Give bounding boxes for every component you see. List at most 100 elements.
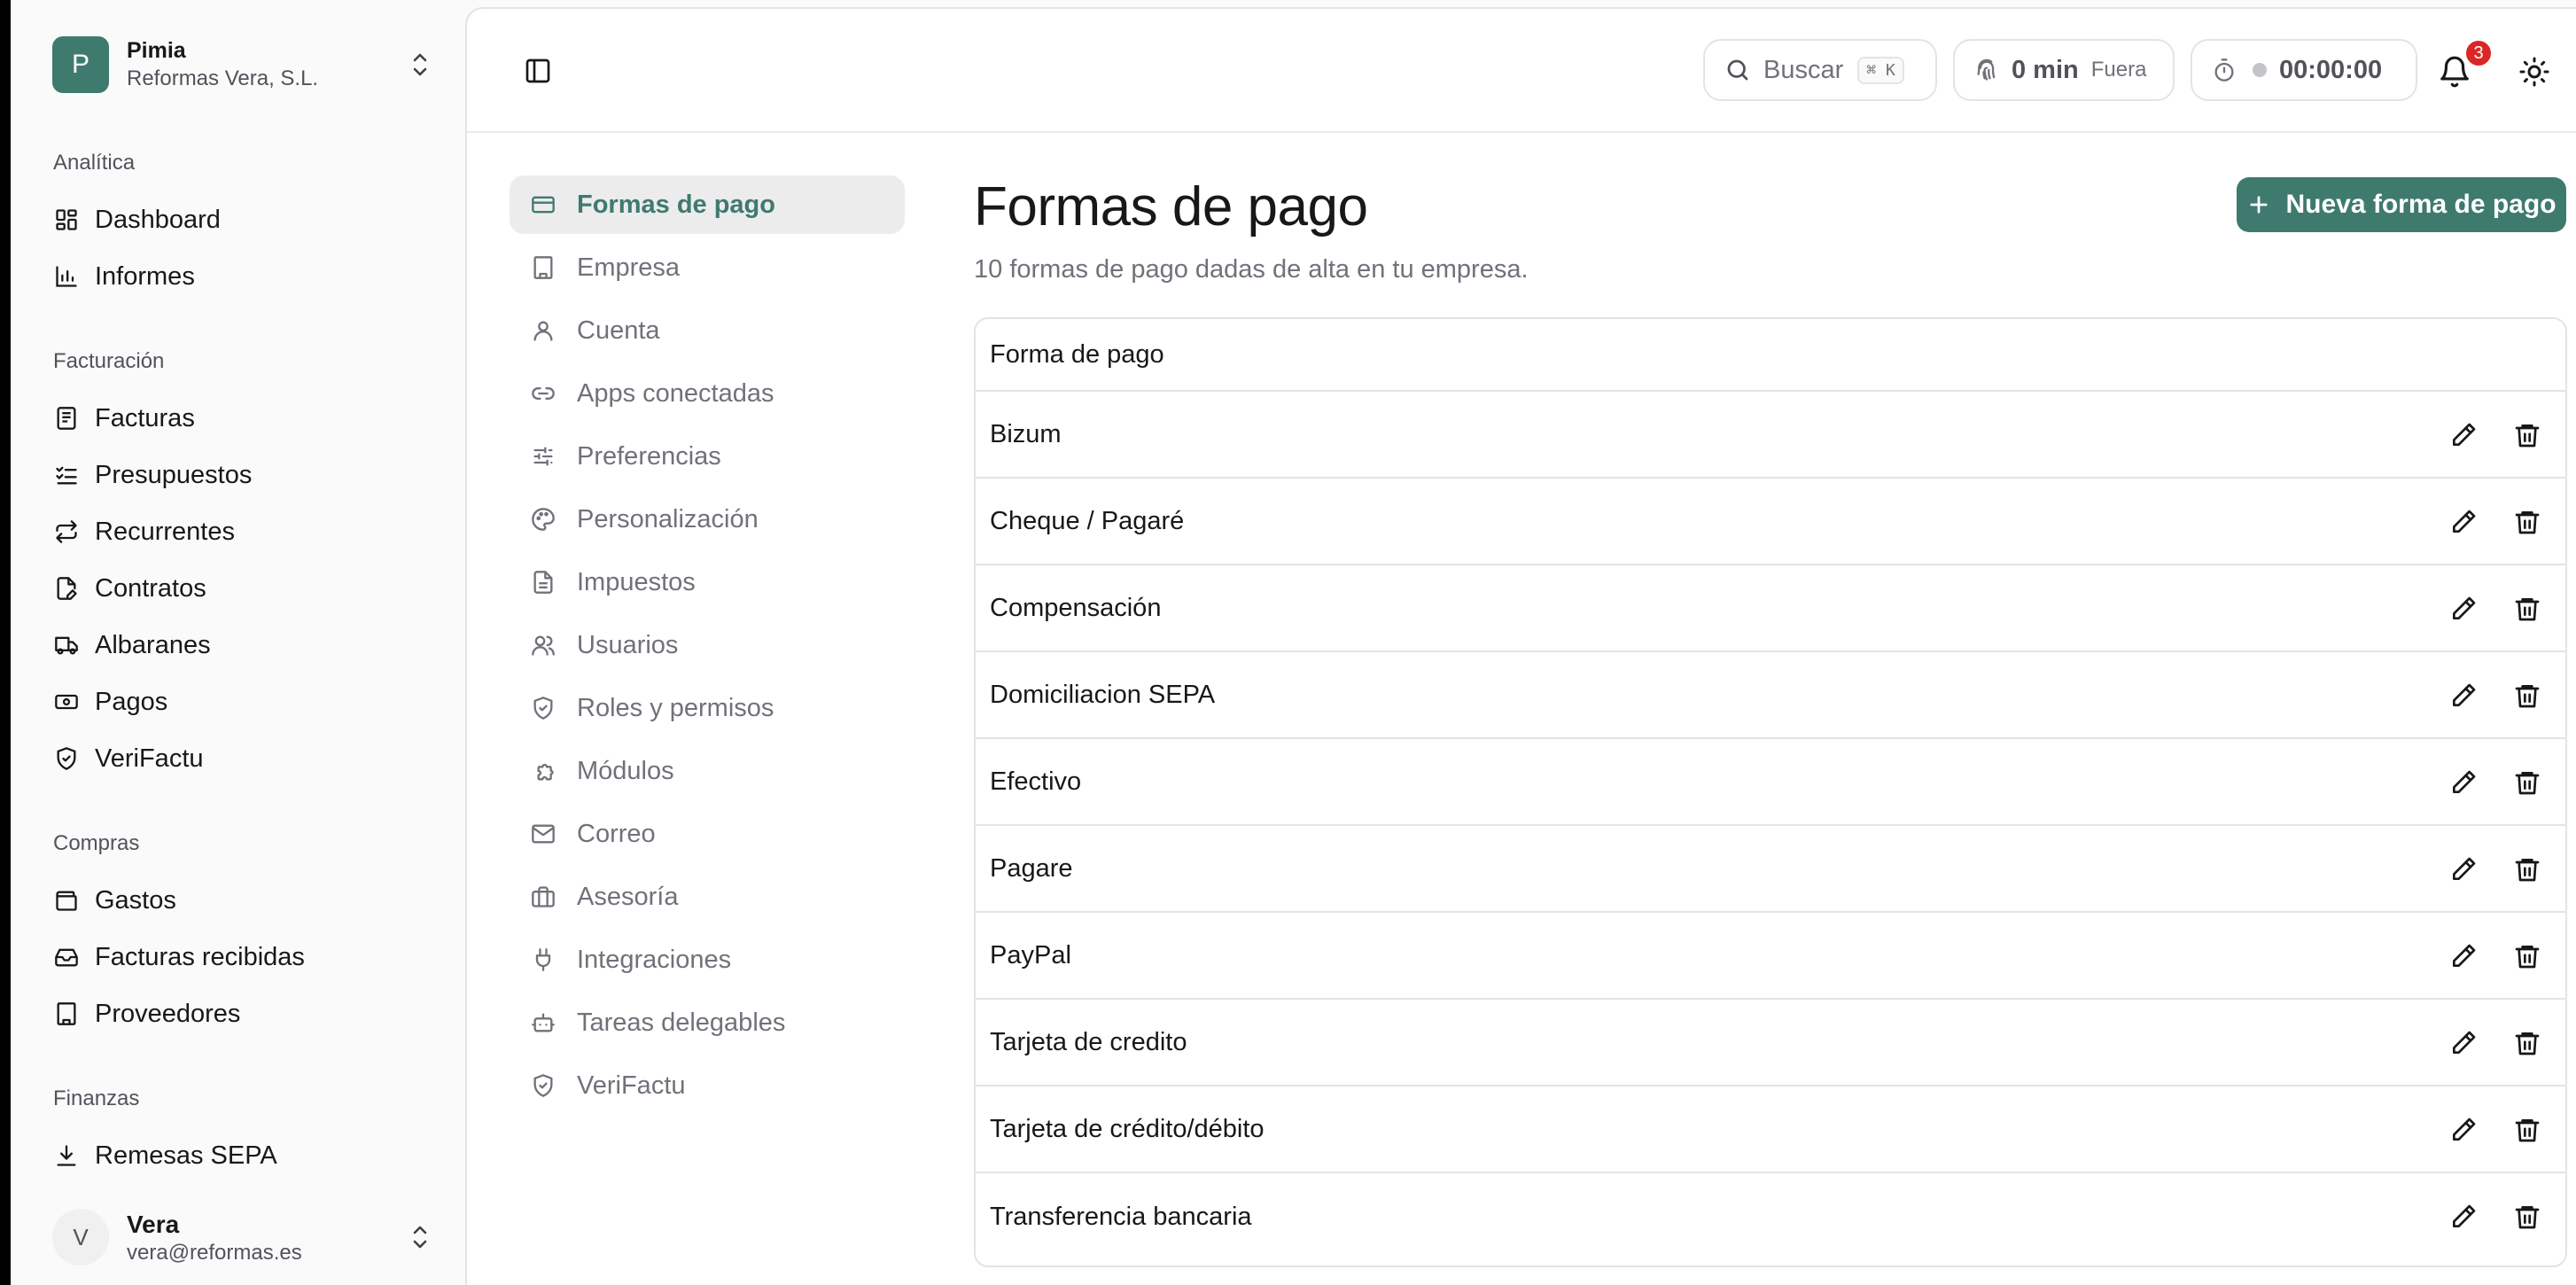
sidebar-item-verifactu[interactable]: VeriFactu (52, 736, 442, 782)
sidebar-item-gastos[interactable]: Gastos (52, 877, 442, 923)
settings-item-integraciones[interactable]: Integraciones (510, 931, 905, 989)
edit-button[interactable] (2446, 1199, 2481, 1234)
theme-toggle-button[interactable] (2516, 53, 2553, 90)
delete-button[interactable] (2510, 678, 2545, 713)
sidebar-item-facturas-recibidas[interactable]: Facturas recibidas (52, 934, 442, 980)
new-payment-method-button[interactable]: Nueva forma de pago (2237, 177, 2566, 232)
sidebar-item-informes[interactable]: Informes (52, 253, 442, 300)
section-label-compras: Compras (53, 831, 140, 855)
shield-check-icon (529, 694, 557, 722)
edit-button[interactable] (2446, 938, 2481, 974)
edit-button[interactable] (2446, 1112, 2481, 1148)
pencil-icon (2449, 1029, 2478, 1057)
file-pen-icon (52, 574, 81, 603)
delete-button[interactable] (2510, 1112, 2545, 1148)
edit-button[interactable] (2446, 678, 2481, 713)
settings-item-label: Impuestos (577, 567, 696, 596)
section-label-analitica: Analítica (53, 151, 136, 175)
sidebar-item-label: Remesas SEPA (95, 1141, 277, 1170)
delete-button[interactable] (2510, 417, 2545, 453)
sidebar-item-label: Facturas recibidas (95, 942, 305, 971)
settings-item-personalizacion[interactable]: Personalización (510, 490, 905, 549)
table-row: Tarjeta de credito (976, 1000, 2565, 1086)
page-title: Formas de pago (974, 176, 1368, 238)
settings-item-verifactu[interactable]: VeriFactu (510, 1056, 905, 1115)
users-icon (529, 631, 557, 659)
sidebar-item-contratos[interactable]: Contratos (52, 565, 442, 611)
settings-item-correo[interactable]: Correo (510, 805, 905, 863)
settings-item-preferencias[interactable]: Preferencias (510, 427, 905, 486)
sidebar-item-remesas-sepa[interactable]: Remesas SEPA (52, 1133, 442, 1179)
settings-item-label: Usuarios (577, 630, 679, 659)
sidebar-item-facturas[interactable]: Facturas (52, 395, 442, 441)
org-switcher[interactable]: P Pimia Reformas Vera, S.L. (52, 35, 433, 94)
search-button[interactable]: Buscar ⌘ K (1703, 39, 1937, 101)
delete-button[interactable] (2510, 1199, 2545, 1234)
trash-icon (2513, 768, 2541, 797)
trash-icon (2513, 942, 2541, 970)
sidebar-item-recurrentes[interactable]: Recurrentes (52, 509, 442, 555)
table-row: Transferencia bancaria (976, 1173, 2565, 1260)
plus-icon (2246, 192, 2271, 217)
settings-item-asesoria[interactable]: Asesoría (510, 868, 905, 926)
settings-item-modulos[interactable]: Módulos (510, 742, 905, 800)
edit-button[interactable] (2446, 591, 2481, 627)
settings-item-apps-conectadas[interactable]: Apps conectadas (510, 364, 905, 423)
timer-button[interactable]: 00:00:00 (2191, 39, 2417, 101)
building-icon (529, 253, 557, 282)
bot-icon (529, 1009, 557, 1037)
app-frame: P Pimia Reformas Vera, S.L. Analítica Da… (11, 0, 2576, 1285)
delete-button[interactable] (2510, 591, 2545, 627)
edit-button[interactable] (2446, 852, 2481, 887)
pencil-icon (2449, 1203, 2478, 1231)
table-row: Domiciliacion SEPA (976, 652, 2565, 739)
search-icon (1727, 59, 1748, 81)
settings-item-label: Tareas delegables (577, 1008, 786, 1037)
payment-method-name: Transferencia bancaria (990, 1202, 1252, 1231)
settings-item-usuarios[interactable]: Usuarios (510, 616, 905, 674)
sidebar-item-pagos[interactable]: Pagos (52, 679, 442, 725)
user-menu[interactable]: V Vera vera@reformas.es (52, 1203, 433, 1271)
trash-icon (2513, 1116, 2541, 1144)
file-text-icon (529, 568, 557, 596)
edit-button[interactable] (2446, 1025, 2481, 1061)
settings-item-tareas-delegables[interactable]: Tareas delegables (510, 993, 905, 1052)
settings-item-cuenta[interactable]: Cuenta (510, 301, 905, 360)
pencil-icon (2449, 595, 2478, 623)
settings-item-empresa[interactable]: Empresa (510, 238, 905, 297)
settings-item-roles-y-permisos[interactable]: Roles y permisos (510, 679, 905, 737)
settings-item-label: Roles y permisos (577, 693, 774, 722)
delete-button[interactable] (2510, 938, 2545, 974)
sidebar-toggle-button[interactable] (522, 55, 554, 87)
trash-icon (2513, 1029, 2541, 1057)
edit-button[interactable] (2446, 765, 2481, 800)
edit-button[interactable] (2446, 504, 2481, 540)
pencil-icon (2449, 855, 2478, 884)
search-placeholder: Buscar (1763, 55, 1844, 84)
payment-method-name: Cheque / Pagaré (990, 506, 1185, 535)
sidebar-item-dashboard[interactable]: Dashboard (52, 197, 442, 243)
sidebar-item-proveedores[interactable]: Proveedores (52, 991, 442, 1037)
delete-button[interactable] (2510, 765, 2545, 800)
settings-item-label: Integraciones (577, 945, 732, 974)
page-subtitle: 10 formas de pago dadas de alta en tu em… (974, 255, 1529, 284)
sidebar-item-label: Dashboard (95, 205, 221, 234)
delete-button[interactable] (2510, 852, 2545, 887)
pencil-icon (2449, 942, 2478, 970)
delete-button[interactable] (2510, 504, 2545, 540)
settings-item-formas-de-pago[interactable]: Formas de pago (510, 175, 905, 234)
sidebar-item-presupuestos[interactable]: Presupuestos (52, 452, 442, 498)
truck-icon (52, 631, 81, 659)
fingerprint-icon (1977, 58, 1996, 81)
table-row: Compensación (976, 565, 2565, 652)
edit-button[interactable] (2446, 417, 2481, 453)
repeat-icon (52, 518, 81, 546)
clock-value: 0 min (2012, 55, 2079, 84)
settings-item-impuestos[interactable]: Impuestos (510, 553, 905, 611)
time-clock-button[interactable]: 0 min Fuera (1953, 39, 2175, 101)
settings-item-label: Cuenta (577, 315, 660, 345)
delete-button[interactable] (2510, 1025, 2545, 1061)
bar-chart-icon (52, 262, 81, 291)
user-name: Vera (127, 1210, 180, 1238)
sidebar-item-albaranes[interactable]: Albaranes (52, 622, 442, 668)
